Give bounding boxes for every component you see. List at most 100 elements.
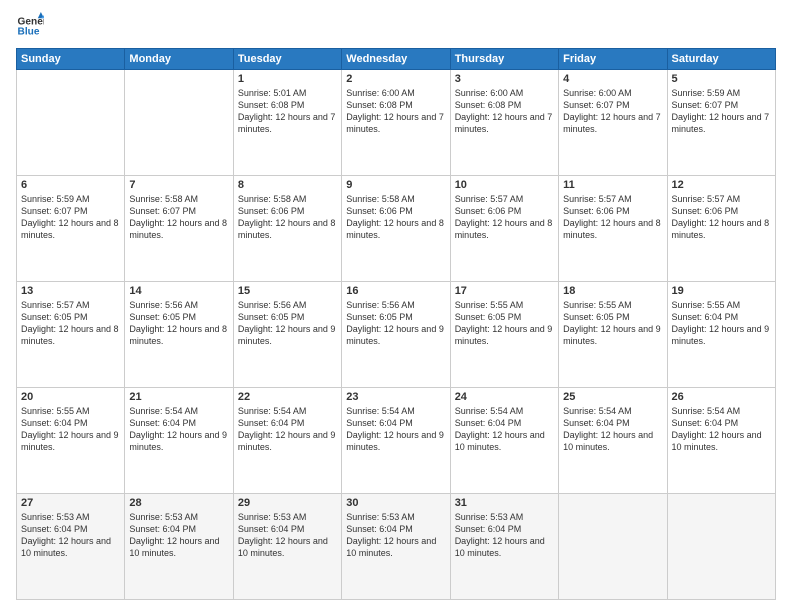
- calendar-week-row: 6 Sunrise: 5:59 AM Sunset: 6:07 PM Dayli…: [17, 176, 776, 282]
- day-number: 20: [21, 391, 120, 403]
- calendar-cell: 18 Sunrise: 5:55 AM Sunset: 6:05 PM Dayl…: [559, 282, 667, 388]
- day-number: 2: [346, 73, 445, 85]
- calendar-table: SundayMondayTuesdayWednesdayThursdayFrid…: [16, 48, 776, 600]
- calendar-cell: 21 Sunrise: 5:54 AM Sunset: 6:04 PM Dayl…: [125, 388, 233, 494]
- calendar-cell: 31 Sunrise: 5:53 AM Sunset: 6:04 PM Dayl…: [450, 494, 558, 600]
- cell-info: Sunrise: 5:58 AM Sunset: 6:06 PM Dayligh…: [346, 193, 445, 242]
- cell-info: Sunrise: 5:57 AM Sunset: 6:06 PM Dayligh…: [672, 193, 771, 242]
- day-number: 25: [563, 391, 662, 403]
- day-number: 5: [672, 73, 771, 85]
- cell-info: Sunrise: 5:56 AM Sunset: 6:05 PM Dayligh…: [346, 299, 445, 348]
- day-number: 12: [672, 179, 771, 191]
- cell-info: Sunrise: 5:54 AM Sunset: 6:04 PM Dayligh…: [563, 405, 662, 454]
- cell-info: Sunrise: 5:55 AM Sunset: 6:04 PM Dayligh…: [672, 299, 771, 348]
- cell-info: Sunrise: 6:00 AM Sunset: 6:08 PM Dayligh…: [455, 87, 554, 136]
- calendar-week-row: 20 Sunrise: 5:55 AM Sunset: 6:04 PM Dayl…: [17, 388, 776, 494]
- weekday-header-friday: Friday: [559, 49, 667, 70]
- calendar-cell: 20 Sunrise: 5:55 AM Sunset: 6:04 PM Dayl…: [17, 388, 125, 494]
- calendar-cell: 2 Sunrise: 6:00 AM Sunset: 6:08 PM Dayli…: [342, 70, 450, 176]
- calendar-cell: 11 Sunrise: 5:57 AM Sunset: 6:06 PM Dayl…: [559, 176, 667, 282]
- calendar-cell: 29 Sunrise: 5:53 AM Sunset: 6:04 PM Dayl…: [233, 494, 341, 600]
- cell-info: Sunrise: 5:57 AM Sunset: 6:06 PM Dayligh…: [563, 193, 662, 242]
- day-number: 3: [455, 73, 554, 85]
- calendar-cell: 13 Sunrise: 5:57 AM Sunset: 6:05 PM Dayl…: [17, 282, 125, 388]
- calendar-cell: [559, 494, 667, 600]
- day-number: 9: [346, 179, 445, 191]
- day-number: 4: [563, 73, 662, 85]
- calendar-cell: 10 Sunrise: 5:57 AM Sunset: 6:06 PM Dayl…: [450, 176, 558, 282]
- day-number: 15: [238, 285, 337, 297]
- day-number: 23: [346, 391, 445, 403]
- weekday-header-saturday: Saturday: [667, 49, 775, 70]
- day-number: 28: [129, 497, 228, 509]
- calendar-cell: 15 Sunrise: 5:56 AM Sunset: 6:05 PM Dayl…: [233, 282, 341, 388]
- cell-info: Sunrise: 5:54 AM Sunset: 6:04 PM Dayligh…: [346, 405, 445, 454]
- cell-info: Sunrise: 5:53 AM Sunset: 6:04 PM Dayligh…: [129, 511, 228, 560]
- day-number: 19: [672, 285, 771, 297]
- calendar-cell: 27 Sunrise: 5:53 AM Sunset: 6:04 PM Dayl…: [17, 494, 125, 600]
- logo-icon: General Blue: [16, 12, 44, 40]
- calendar-cell: 14 Sunrise: 5:56 AM Sunset: 6:05 PM Dayl…: [125, 282, 233, 388]
- cell-info: Sunrise: 5:56 AM Sunset: 6:05 PM Dayligh…: [129, 299, 228, 348]
- calendar-cell: [125, 70, 233, 176]
- day-number: 7: [129, 179, 228, 191]
- cell-info: Sunrise: 6:00 AM Sunset: 6:08 PM Dayligh…: [346, 87, 445, 136]
- day-number: 29: [238, 497, 337, 509]
- weekday-header-sunday: Sunday: [17, 49, 125, 70]
- page: General Blue SundayMondayTuesdayWednesda…: [0, 0, 792, 612]
- calendar-cell: 1 Sunrise: 5:01 AM Sunset: 6:08 PM Dayli…: [233, 70, 341, 176]
- cell-info: Sunrise: 5:54 AM Sunset: 6:04 PM Dayligh…: [455, 405, 554, 454]
- day-number: 1: [238, 73, 337, 85]
- cell-info: Sunrise: 5:59 AM Sunset: 6:07 PM Dayligh…: [21, 193, 120, 242]
- calendar-cell: [667, 494, 775, 600]
- day-number: 8: [238, 179, 337, 191]
- cell-info: Sunrise: 5:53 AM Sunset: 6:04 PM Dayligh…: [346, 511, 445, 560]
- logo: General Blue: [16, 12, 44, 40]
- day-number: 27: [21, 497, 120, 509]
- cell-info: Sunrise: 5:53 AM Sunset: 6:04 PM Dayligh…: [238, 511, 337, 560]
- cell-info: Sunrise: 5:54 AM Sunset: 6:04 PM Dayligh…: [672, 405, 771, 454]
- header: General Blue: [16, 12, 776, 40]
- calendar-cell: 25 Sunrise: 5:54 AM Sunset: 6:04 PM Dayl…: [559, 388, 667, 494]
- weekday-header-tuesday: Tuesday: [233, 49, 341, 70]
- day-number: 24: [455, 391, 554, 403]
- cell-info: Sunrise: 5:57 AM Sunset: 6:06 PM Dayligh…: [455, 193, 554, 242]
- cell-info: Sunrise: 5:53 AM Sunset: 6:04 PM Dayligh…: [455, 511, 554, 560]
- day-number: 10: [455, 179, 554, 191]
- calendar-cell: 16 Sunrise: 5:56 AM Sunset: 6:05 PM Dayl…: [342, 282, 450, 388]
- svg-text:Blue: Blue: [18, 27, 40, 38]
- calendar-cell: 26 Sunrise: 5:54 AM Sunset: 6:04 PM Dayl…: [667, 388, 775, 494]
- calendar-header-row: SundayMondayTuesdayWednesdayThursdayFrid…: [17, 49, 776, 70]
- calendar-cell: 17 Sunrise: 5:55 AM Sunset: 6:05 PM Dayl…: [450, 282, 558, 388]
- day-number: 17: [455, 285, 554, 297]
- cell-info: Sunrise: 5:54 AM Sunset: 6:04 PM Dayligh…: [238, 405, 337, 454]
- calendar-cell: 9 Sunrise: 5:58 AM Sunset: 6:06 PM Dayli…: [342, 176, 450, 282]
- cell-info: Sunrise: 5:57 AM Sunset: 6:05 PM Dayligh…: [21, 299, 120, 348]
- cell-info: Sunrise: 5:53 AM Sunset: 6:04 PM Dayligh…: [21, 511, 120, 560]
- calendar-cell: 7 Sunrise: 5:58 AM Sunset: 6:07 PM Dayli…: [125, 176, 233, 282]
- weekday-header-wednesday: Wednesday: [342, 49, 450, 70]
- day-number: 14: [129, 285, 228, 297]
- calendar-week-row: 13 Sunrise: 5:57 AM Sunset: 6:05 PM Dayl…: [17, 282, 776, 388]
- cell-info: Sunrise: 5:55 AM Sunset: 6:05 PM Dayligh…: [563, 299, 662, 348]
- calendar-cell: 22 Sunrise: 5:54 AM Sunset: 6:04 PM Dayl…: [233, 388, 341, 494]
- cell-info: Sunrise: 5:58 AM Sunset: 6:07 PM Dayligh…: [129, 193, 228, 242]
- calendar-cell: 8 Sunrise: 5:58 AM Sunset: 6:06 PM Dayli…: [233, 176, 341, 282]
- calendar-cell: 5 Sunrise: 5:59 AM Sunset: 6:07 PM Dayli…: [667, 70, 775, 176]
- cell-info: Sunrise: 5:55 AM Sunset: 6:04 PM Dayligh…: [21, 405, 120, 454]
- cell-info: Sunrise: 5:54 AM Sunset: 6:04 PM Dayligh…: [129, 405, 228, 454]
- cell-info: Sunrise: 5:55 AM Sunset: 6:05 PM Dayligh…: [455, 299, 554, 348]
- weekday-header-monday: Monday: [125, 49, 233, 70]
- calendar-week-row: 27 Sunrise: 5:53 AM Sunset: 6:04 PM Dayl…: [17, 494, 776, 600]
- day-number: 18: [563, 285, 662, 297]
- day-number: 31: [455, 497, 554, 509]
- calendar-cell: 23 Sunrise: 5:54 AM Sunset: 6:04 PM Dayl…: [342, 388, 450, 494]
- day-number: 16: [346, 285, 445, 297]
- cell-info: Sunrise: 5:58 AM Sunset: 6:06 PM Dayligh…: [238, 193, 337, 242]
- calendar-cell: 28 Sunrise: 5:53 AM Sunset: 6:04 PM Dayl…: [125, 494, 233, 600]
- day-number: 6: [21, 179, 120, 191]
- cell-info: Sunrise: 5:59 AM Sunset: 6:07 PM Dayligh…: [672, 87, 771, 136]
- day-number: 30: [346, 497, 445, 509]
- day-number: 21: [129, 391, 228, 403]
- calendar-cell: 12 Sunrise: 5:57 AM Sunset: 6:06 PM Dayl…: [667, 176, 775, 282]
